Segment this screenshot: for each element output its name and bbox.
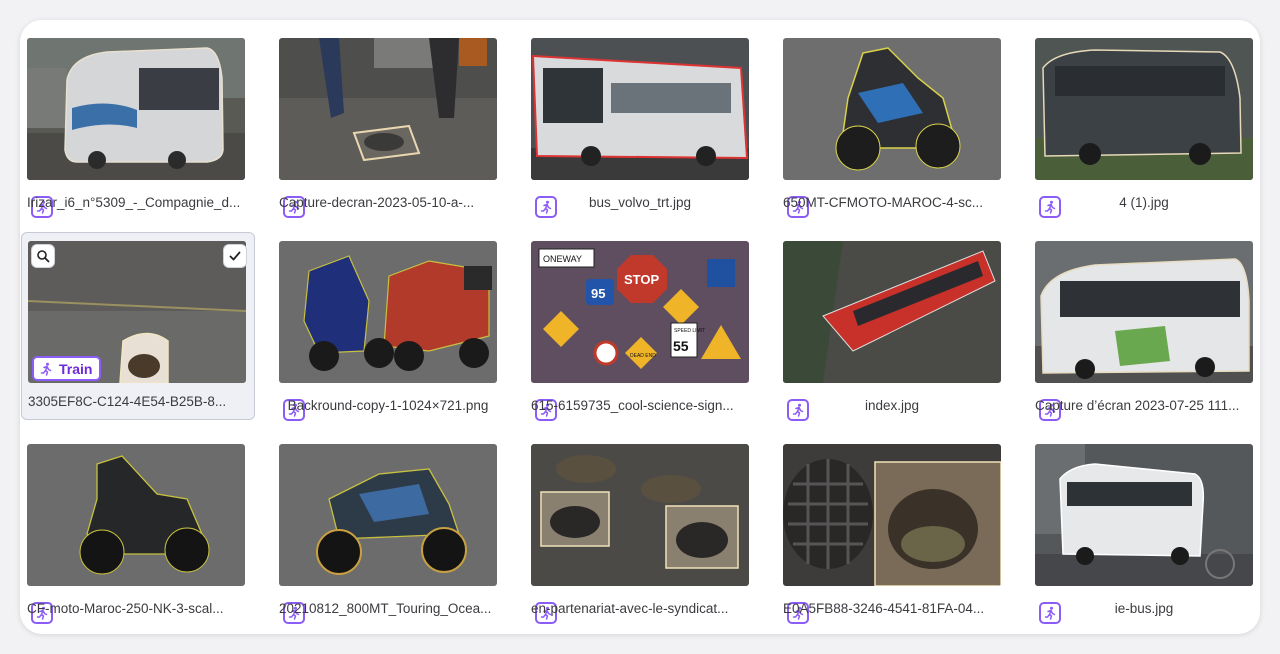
image-card[interactable]: ONEWAY STOP 95 SPEED LIMIT 55 DEAD END 6… xyxy=(531,241,759,425)
image-card[interactable]: index.jpg xyxy=(783,241,1011,425)
image-thumbnail[interactable] xyxy=(1035,38,1253,180)
search-icon xyxy=(37,250,50,263)
image-filename: 20210812_800MT_Touring_Ocea... xyxy=(279,601,492,616)
image-card[interactable]: 650MT-CFMOTO-MAROC-4-sc... xyxy=(783,38,1011,222)
image-card[interactable]: bus_volvo_trt.jpg xyxy=(531,38,759,222)
image-filename: CF-moto-Maroc-250-NK-3-scal... xyxy=(27,601,224,616)
image-card[interactable]: 20210812_800MT_Touring_Ocea... xyxy=(279,444,507,628)
image-card[interactable]: CF-moto-Maroc-250-NK-3-scal... xyxy=(27,444,255,628)
run-icon xyxy=(40,362,52,376)
image-filename: 4 (1).jpg xyxy=(1119,195,1169,210)
zoom-button[interactable] xyxy=(32,245,54,267)
image-card[interactable]: ie-bus.jpg xyxy=(1035,444,1260,628)
image-filename: en-partenariat-avec-le-syndicat... xyxy=(531,601,729,616)
image-filename: E0A5FB88-3246-4541-81FA-04... xyxy=(783,601,985,616)
image-card[interactable]: en-partenariat-avec-le-syndicat... xyxy=(531,444,759,628)
image-card[interactable]: 4 (1).jpg xyxy=(1035,38,1260,222)
image-filename: 3305EF8C-C124-4E54-B25B-8... xyxy=(28,394,227,409)
image-card[interactable]: Irizar_i6_n°5309_-_Compagnie_d... xyxy=(27,38,255,222)
train-badge[interactable]: Train xyxy=(32,356,102,381)
image-thumbnail[interactable] xyxy=(1035,241,1253,383)
badge-label: Train xyxy=(59,360,93,377)
image-thumbnail[interactable] xyxy=(783,444,1001,586)
image-card[interactable]: Capture-decran-2023-05-10-a-... xyxy=(279,38,507,222)
sign-oneway: ONEWAY xyxy=(543,254,582,264)
sign-route-95: 95 xyxy=(591,286,605,301)
image-thumbnail[interactable]: ONEWAY STOP 95 SPEED LIMIT 55 DEAD END xyxy=(531,241,749,383)
image-filename: index.jpg xyxy=(864,398,920,413)
sign-dead-end: DEAD END xyxy=(630,353,656,359)
image-card[interactable]: Backround-copy-1-1024×721.png xyxy=(279,241,507,425)
image-thumbnail[interactable] xyxy=(27,444,245,586)
image-thumbnail[interactable] xyxy=(279,38,497,180)
image-grid: Irizar_i6_n°5309_-_Compagnie_d... Captur… xyxy=(20,20,1260,634)
sign-speed-limit: SPEED LIMIT xyxy=(674,328,705,334)
image-thumbnail[interactable] xyxy=(783,38,1001,180)
image-thumbnail[interactable] xyxy=(1035,444,1253,586)
image-thumbnail[interactable] xyxy=(783,241,1001,383)
image-card-selected[interactable]: Train 3305EF8C-C124-4E54-B25B-8... xyxy=(21,232,255,420)
image-gallery-panel: Irizar_i6_n°5309_-_Compagnie_d... Captur… xyxy=(20,20,1260,634)
sign-stop: STOP xyxy=(624,272,659,287)
image-filename: Irizar_i6_n°5309_-_Compagnie_d... xyxy=(27,195,241,210)
image-filename: 615-6159735_cool-science-sign... xyxy=(531,398,734,413)
image-thumbnail[interactable] xyxy=(531,444,749,586)
image-thumbnail[interactable] xyxy=(279,444,497,586)
image-thumbnail[interactable] xyxy=(27,38,245,180)
image-thumbnail[interactable] xyxy=(279,241,497,383)
image-filename: ie-bus.jpg xyxy=(1114,601,1174,616)
image-filename: Capture-decran-2023-05-10-a-... xyxy=(279,195,475,210)
image-card[interactable]: E0A5FB88-3246-4541-81FA-04... xyxy=(783,444,1011,628)
sign-speed-55: 55 xyxy=(673,338,689,354)
image-filename: bus_volvo_trt.jpg xyxy=(588,195,692,210)
image-thumbnail[interactable] xyxy=(531,38,749,180)
image-filename: Backround-copy-1-1024×721.png xyxy=(287,398,489,413)
image-filename: Capture d’écran 2023-07-25 111... xyxy=(1035,398,1240,413)
select-checkbox[interactable] xyxy=(224,245,246,267)
image-filename: 650MT-CFMOTO-MAROC-4-sc... xyxy=(783,195,984,210)
image-card[interactable]: Capture d’écran 2023-07-25 111... xyxy=(1035,241,1260,425)
checkmark-icon xyxy=(229,251,241,261)
